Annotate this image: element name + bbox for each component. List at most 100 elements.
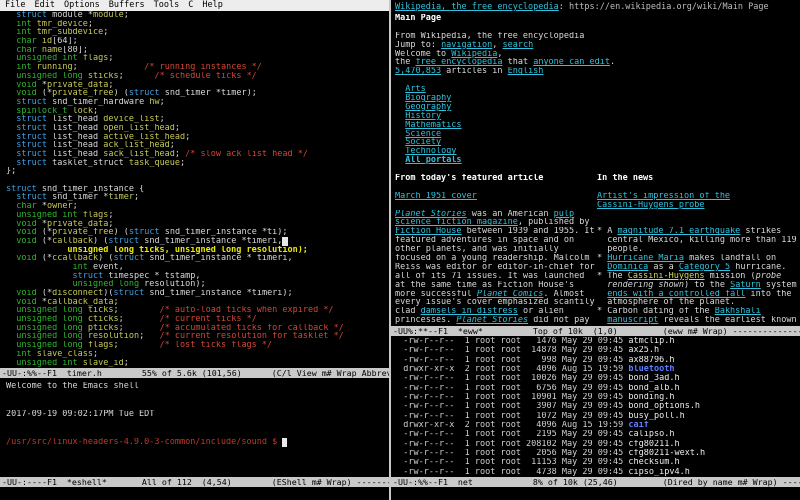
eww-line: Arts xyxy=(391,85,800,94)
eww-buffer[interactable]: Main Page From Wikipedia, the free encyc… xyxy=(391,14,800,174)
featured-article-heading: From today's featured article xyxy=(395,174,597,183)
eww-link[interactable]: History xyxy=(405,112,441,121)
eshell-prompt-line[interactable]: /usr/src/linux-headers-4.9.0-3-common/in… xyxy=(0,438,389,447)
text-run: ; xyxy=(180,159,185,168)
eww-line: Planet Stories was an American pulp xyxy=(395,210,597,219)
text-run: open_list_head xyxy=(103,124,175,133)
dired-filename[interactable]: ax25.h xyxy=(628,346,659,355)
eww-link[interactable]: magnitude 7.1 earthquake xyxy=(617,227,740,236)
eww-link[interactable]: Saturn xyxy=(730,281,761,290)
text-run xyxy=(6,98,16,107)
eww-link[interactable]: Geography xyxy=(405,103,451,112)
eww-link[interactable]: Planet Comics xyxy=(477,290,544,299)
eww-link[interactable]: free encyclopedia xyxy=(415,58,502,67)
text-run: int xyxy=(16,350,31,359)
file-attributes: drwxr-xr-x 2 root root 4096 Aug 15 19:59 xyxy=(393,365,628,374)
dired-filename[interactable]: cipso_ipv4.h xyxy=(628,468,689,477)
modeline-dired[interactable]: -UU-:%%--F1 net 8% of 10k (25,46) (Dired… xyxy=(391,477,800,487)
dired-row: -rw-r--r-- 1 root root 2056 May 29 09:45… xyxy=(391,449,800,458)
eww-link[interactable]: pulp xyxy=(554,210,574,219)
menu-buffers[interactable]: Buffers xyxy=(109,0,145,10)
eww-line xyxy=(391,23,800,32)
dired-filename[interactable]: cfg80211-wext.h xyxy=(628,449,705,458)
featured-article-column: From today's featured article March 1951… xyxy=(391,174,597,325)
eww-link[interactable]: Science xyxy=(405,130,441,139)
dired-filename[interactable]: checksum.h xyxy=(628,458,679,467)
menu-help[interactable]: Help xyxy=(202,0,222,10)
file-attributes: -rw-r--r-- 1 root root 14878 May 29 09:4… xyxy=(393,346,628,355)
dired-filename[interactable]: atmclip.h xyxy=(628,337,674,346)
dired-buffer-net[interactable]: -rw-r--r-- 1 root root 1476 May 29 09:45… xyxy=(391,337,800,477)
text-run: struct xyxy=(16,141,47,150)
dired-filename[interactable]: calipso.h xyxy=(628,430,674,439)
eww-link[interactable]: Society xyxy=(405,138,441,147)
eww-link[interactable]: damsels in distress xyxy=(421,307,518,316)
text-run xyxy=(395,94,405,103)
file-attributes: -rw-r--r-- 1 root root 1476 May 29 09:45 xyxy=(393,337,628,346)
text-run: * xyxy=(37,81,47,90)
code-line: unsigned int flags; xyxy=(0,211,389,220)
menu-tools[interactable]: Tools xyxy=(154,0,180,10)
dired-filename[interactable]: bond_options.h xyxy=(628,402,700,411)
eww-link[interactable]: Wikipedia xyxy=(451,50,497,59)
eww-link[interactable]: Planet Stories xyxy=(456,316,528,325)
modeline-timer-h[interactable]: -UU-:%%--F1 timer.h 55% of 5.6k (101,56)… xyxy=(0,368,389,378)
text-run: more successful xyxy=(395,290,477,299)
dired-filename[interactable]: ax88796.h xyxy=(628,356,674,365)
dired-filename[interactable]: caif xyxy=(628,421,648,430)
eww-link[interactable]: Planet Stories xyxy=(395,210,467,219)
eww-link[interactable]: anyone can edit xyxy=(533,58,610,67)
dired-filename[interactable]: bonding.h xyxy=(628,393,674,402)
eww-link[interactable]: Artist's impression of the xyxy=(597,192,730,201)
eww-link[interactable]: manuscript xyxy=(607,316,658,325)
text-run: [80]; xyxy=(62,46,88,55)
text-run: articles in xyxy=(441,67,508,76)
text-run: struct xyxy=(129,228,160,237)
eww-link[interactable]: Biography xyxy=(405,94,451,103)
menu-file[interactable]: File xyxy=(5,0,25,10)
dired-filename[interactable]: bond_alb.h xyxy=(628,384,679,393)
eww-link[interactable]: Hurricane Maria xyxy=(607,254,684,263)
text-run: pticks xyxy=(88,324,119,333)
dired-filename[interactable]: busy_poll.h xyxy=(628,412,684,421)
menu-edit[interactable]: Edit xyxy=(34,0,54,10)
menu-c[interactable]: C xyxy=(188,0,193,10)
eshell-buffer[interactable]: Welcome to the Emacs shell 2017-09-19 09… xyxy=(0,382,389,447)
eww-link[interactable]: Category 5 xyxy=(679,263,730,272)
eww-link[interactable]: Fiction House xyxy=(395,227,462,236)
file-attributes: -rw-r--r-- 1 root root 10901 May 29 09:4… xyxy=(393,393,628,402)
modeline-eww[interactable]: -UU%:**--F1 *eww* Top of 10k (1,0) (eww … xyxy=(391,326,800,336)
text-run: . xyxy=(610,58,615,67)
text-run: ; xyxy=(124,11,129,20)
dired-filename[interactable]: bond_3ad.h xyxy=(628,374,679,383)
modeline-eshell[interactable]: -UU-:----F1 *eshell* All of 112 (4,54) (… xyxy=(0,477,389,487)
eww-link[interactable]: Cassini-Huygens xyxy=(628,272,705,281)
eww-link[interactable]: 5,470,853 xyxy=(395,67,441,76)
eww-link[interactable]: science fiction magazine xyxy=(395,218,518,227)
eww-link[interactable]: ends with a controlled fall xyxy=(607,290,745,299)
code-line: int tmr_device; xyxy=(0,20,389,29)
eww-link[interactable]: Technology xyxy=(405,147,456,156)
menu-options[interactable]: Options xyxy=(64,0,100,10)
eww-link[interactable]: All portals xyxy=(405,156,461,165)
c-code-buffer-timer-h[interactable]: struct module *module; int tmr_device; i… xyxy=(0,11,389,367)
text-run: ; xyxy=(108,211,113,220)
code-line: unsigned int flags; xyxy=(0,54,389,63)
eww-link[interactable]: Mathematics xyxy=(405,121,461,130)
eww-line: Geography xyxy=(391,103,800,112)
eww-link[interactable]: March 1951 cover xyxy=(395,192,477,201)
menu-bar: File Edit Options Buffers Tools C Help xyxy=(0,0,389,11)
eww-link[interactable]: Cassini-Huygens probe xyxy=(597,201,704,210)
file-attributes: -rw-r--r-- 1 root root 11153 May 29 09:4… xyxy=(393,458,628,467)
eww-link[interactable]: search xyxy=(503,41,534,50)
eww-line: featured adventures in space and on xyxy=(395,236,597,245)
eww-link[interactable]: Bakhshali xyxy=(715,307,761,316)
dired-filename[interactable]: cfg80211.h xyxy=(628,440,679,449)
text-run: ; xyxy=(103,28,108,37)
eww-link[interactable]: Dominica xyxy=(607,263,648,272)
eww-link[interactable]: English xyxy=(508,67,544,76)
text-run: [64]; xyxy=(52,37,78,46)
eww-link[interactable]: Arts xyxy=(405,85,425,94)
eww-link[interactable]: navigation xyxy=(441,41,492,50)
dired-filename[interactable]: bluetooth xyxy=(628,365,674,374)
